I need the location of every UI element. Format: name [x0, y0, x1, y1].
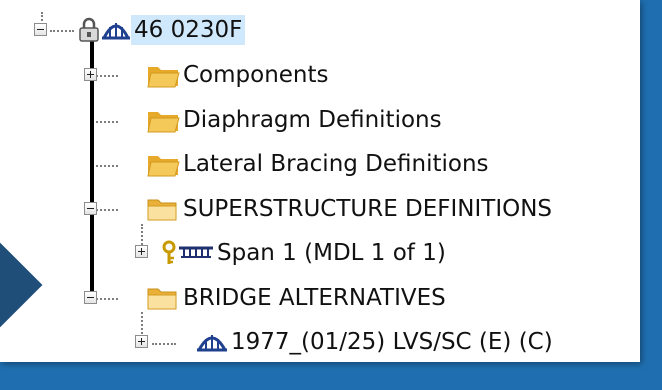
collapse-bridge-alternatives-toggle[interactable] [84, 291, 97, 304]
tree-connector-dots [96, 298, 118, 300]
tree-connector-dots [50, 30, 74, 32]
tree-node-span-1[interactable]: Span 1 (MDL 1 of 1) [160, 236, 449, 270]
expand-components-toggle[interactable] [84, 68, 97, 81]
bridge-icon [102, 23, 130, 40]
collapse-superstructure-toggle[interactable] [84, 202, 97, 215]
tree-node-bridge-alternatives[interactable]: BRIDGE ALTERNATIVES [146, 281, 449, 315]
tree-node-label: SUPERSTRUCTURE DEFINITIONS [183, 196, 553, 222]
tree-connector-dots [96, 75, 118, 77]
tree-node-root[interactable]: 46 0230F [78, 13, 246, 47]
tree-node-label: 1977_(01/25) LVS/SC (E) (C) [231, 329, 553, 355]
tree-connector-dots [152, 343, 176, 345]
lock-icon [79, 17, 99, 42]
tree-node-label: Span 1 (MDL 1 of 1) [217, 240, 446, 266]
tree-connector-dots [96, 121, 118, 123]
tree-node-superstructure-definitions[interactable]: SUPERSTRUCTURE DEFINITIONS [146, 192, 555, 226]
folder-open-icon [147, 288, 177, 310]
tree-node-lateral-bracing-definitions[interactable]: Lateral Bracing Definitions [146, 147, 492, 181]
tree-node-components[interactable]: Components [146, 58, 332, 92]
tree-node-label: BRIDGE ALTERNATIVES [183, 285, 446, 311]
tree-node-label: 46 0230F [131, 15, 246, 45]
tree-node-label: Diaphragm Definitions [183, 107, 442, 133]
tree-connector-dots [96, 209, 118, 211]
folder-icon [147, 156, 180, 177]
folder-icon [147, 112, 180, 133]
collapse-root-toggle[interactable] [34, 23, 47, 36]
tree-connector-dots [96, 165, 118, 167]
expand-alternative-toggle[interactable] [135, 335, 148, 348]
folder-open-icon [147, 199, 177, 221]
tree-node-label: Components [183, 62, 329, 88]
expand-span-toggle[interactable] [135, 245, 148, 258]
bridge-icon [197, 335, 227, 352]
tree-node-alternative-1977[interactable]: 1977_(01/25) LVS/SC (E) (C) [196, 325, 556, 359]
girder-icon [179, 246, 213, 258]
key-icon [162, 240, 176, 264]
tree-view-panel: 46 0230F Components Diaphragm Definition… [0, 0, 640, 362]
folder-icon [147, 67, 180, 88]
tree-node-diaphragm-definitions[interactable]: Diaphragm Definitions [146, 103, 445, 137]
tree-node-label: Lateral Bracing Definitions [183, 151, 489, 177]
